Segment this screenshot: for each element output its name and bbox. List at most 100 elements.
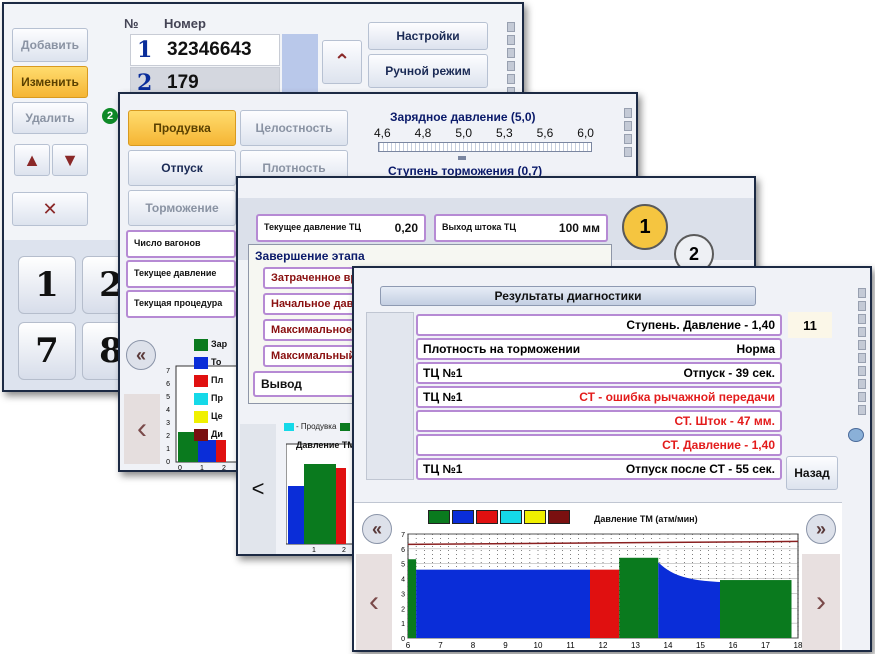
tc-pressure-field: Текущее давление ТЦ 0,20 (256, 214, 426, 242)
cars-count-label: Число вагонов (126, 230, 236, 258)
result-row: ТЦ №1 Отпуск после СТ - 55 сек. (416, 458, 782, 480)
chart-legend: Зар То Пл Пр Це Ди (194, 336, 230, 444)
x-tick-label: 18 (794, 641, 803, 650)
series-area (590, 569, 620, 638)
legend-swatch (194, 339, 208, 351)
charge-pressure-scale: 4,6 4,8 5,0 5,3 5,6 6,0 (374, 126, 594, 140)
table-row[interactable]: 1 32346643 (130, 34, 280, 66)
legend-swatch (452, 510, 474, 524)
x-ticks: 12 (312, 547, 346, 554)
series-area (619, 557, 659, 638)
scale-tick: 6,0 (577, 126, 594, 140)
rewind-button[interactable]: « (362, 514, 392, 544)
tab-purge[interactable]: Продувка (128, 110, 236, 146)
results-left-strip (366, 312, 414, 480)
step-1-indicator[interactable]: 1 (622, 204, 668, 250)
y-tick-label: 7 (166, 368, 170, 375)
row-index: 1 (137, 37, 153, 63)
back-button[interactable]: < (240, 424, 276, 554)
tab-release[interactable]: Отпуск (128, 150, 236, 186)
legend-item: Це (194, 408, 230, 426)
row-status-badge: 2 (102, 108, 118, 124)
diagnostics-window: Результаты диагностики Ступень. Давление… (352, 266, 872, 652)
prev-arrow-icon[interactable]: ‹ (356, 554, 392, 650)
scale-tick: 5,3 (495, 126, 513, 140)
current-procedure-label: Текущая процедура (126, 290, 236, 318)
y-tick-label: 3 (401, 591, 405, 598)
chart-title: Давление ТМ (атм/мин) (594, 514, 698, 524)
legend-item: - Продувка (284, 422, 351, 431)
x-tick-label: 0 (178, 465, 182, 472)
x-tick-label: 10 (534, 641, 543, 650)
y-tick-label: 4 (401, 577, 405, 584)
pressure-chart: 012345676 7 8 9 10 11 12 13 14 15 16 17 18 (401, 532, 803, 650)
legend-swatch (194, 393, 208, 405)
add-button[interactable]: Добавить (12, 28, 88, 62)
charge-pressure-title: Зарядное давление (5,0) (390, 110, 536, 124)
edit-button[interactable]: Изменить (12, 66, 88, 98)
y-tick-label: 1 (401, 621, 405, 628)
y-tick-label: 6 (401, 547, 405, 554)
y-tick-label: 2 (401, 606, 405, 613)
legend-swatch (476, 510, 498, 524)
y-tick-label: 2 (166, 433, 170, 440)
x-tick-label: 2 (222, 465, 226, 472)
move-up-button[interactable]: ▲ (14, 144, 50, 176)
legend-item: Пр (194, 390, 230, 408)
scrollbar[interactable] (507, 22, 515, 100)
x-tick-label: 17 (761, 641, 770, 650)
bubble-icon[interactable] (848, 428, 864, 442)
x-tick-label: 2 (342, 547, 346, 554)
legend-swatch (500, 510, 522, 524)
tab-integrity[interactable]: Целостность (240, 110, 348, 146)
legend-swatch (524, 510, 546, 524)
series-area (720, 580, 792, 638)
delete-button[interactable]: Удалить (12, 102, 88, 134)
scrollbar[interactable] (858, 288, 866, 418)
legend-swatch (194, 375, 208, 387)
settings-button[interactable]: Настройки (368, 22, 488, 50)
y-tick-label: 0 (166, 459, 170, 466)
y-tick-label: 3 (166, 420, 170, 427)
y-tick-label: 6 (166, 381, 170, 388)
y-tick-label: 0 (401, 636, 405, 643)
results-list: Ступень. Давление - 1,40 Плотность на то… (416, 312, 782, 484)
legend-swatch (340, 422, 351, 431)
scale-tick: 5,0 (455, 126, 472, 140)
back-arrow-icon[interactable]: ‹ (124, 394, 160, 464)
x-tick-label: 8 (471, 641, 476, 650)
stage-complete-title: Завершение этапа (255, 249, 365, 263)
result-row: ТЦ №1 СТ - ошибка рычажной передачи (416, 386, 782, 408)
current-pressure-label: Текущее давление (126, 260, 236, 288)
rewind-button[interactable]: « (126, 340, 156, 370)
x-tick-label: 9 (503, 641, 508, 650)
charge-pressure-slider[interactable] (378, 142, 592, 152)
x-tick-label: 1 (200, 465, 204, 472)
scale-tick: 5,6 (536, 126, 554, 140)
slider-thumb[interactable] (458, 156, 466, 160)
numpad-key-1[interactable]: 1 (18, 256, 76, 314)
x-tick-label: 12 (599, 641, 608, 650)
manual-mode-button[interactable]: Ручной режим (368, 54, 488, 88)
numpad-key-7[interactable]: 7 (18, 322, 76, 380)
x-tick-label: 16 (729, 641, 738, 650)
close-icon[interactable]: ✕ (12, 192, 88, 226)
vehicle-number-header: Номер (164, 16, 206, 31)
move-down-button[interactable]: ▼ (52, 144, 88, 176)
tab-braking[interactable]: Торможение (128, 190, 236, 226)
row-number: 32346643 (167, 39, 252, 60)
back-button[interactable]: Назад (786, 456, 838, 490)
x-tick-label: 7 (438, 641, 443, 650)
result-row: СТ. Шток - 47 мм. (416, 410, 782, 432)
chart-title: Давление ТМ (296, 440, 355, 450)
scrollbar[interactable] (624, 108, 632, 160)
x-tick-label: 11 (566, 641, 575, 650)
result-row: ТЦ №1 Отпуск - 39 сек. (416, 362, 782, 384)
x-tick-label: 15 (696, 641, 705, 650)
scroll-up-button[interactable]: ⌃ (322, 40, 362, 84)
results-title: Результаты диагностики (380, 286, 756, 306)
y-tick-label: 7 (401, 532, 405, 539)
row-number: 179 (167, 72, 199, 93)
x-tick-label: 1 (312, 547, 316, 554)
series-area (408, 559, 417, 638)
